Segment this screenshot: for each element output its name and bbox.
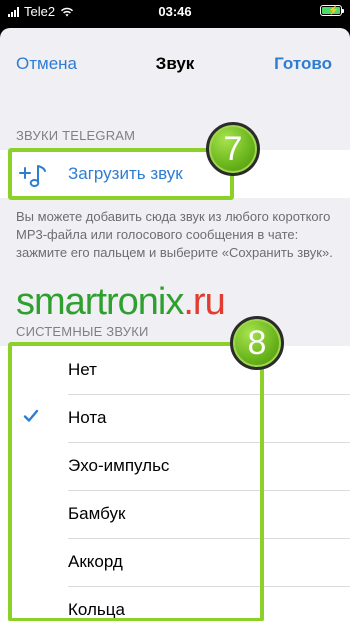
sound-option-bamboo[interactable]: Бамбук [0,490,350,538]
sound-option-nota[interactable]: Нота [0,394,350,442]
watermark-logo: smartronix.ru [16,281,226,324]
step-badge-8: 8 [230,316,284,370]
checkmark-icon [23,409,39,422]
watermark-tld: .ru [183,281,225,323]
music-note-plus-icon [19,165,46,187]
status-bar: Tele2 03:46 ⚡ [0,0,350,24]
status-time: 03:46 [158,4,192,19]
sound-option-label: Аккорд [68,552,123,571]
step-badge-7: 7 [206,122,260,176]
sound-option-label: Эхо-импульс [68,456,170,475]
telegram-sounds-footer: Вы можете добавить сюда звук из любого к… [16,209,333,260]
battery-icon: ⚡ [320,5,344,16]
sound-option-label: Нет [68,360,97,379]
sound-option-label: Нота [68,408,107,427]
sound-option-label: Кольца [68,600,125,619]
sound-option-chord[interactable]: Аккорд [0,538,350,586]
navigation-bar: Отмена Звук Готово [0,28,350,100]
telegram-sounds-header: ЗВУКИ TELEGRAM [16,128,136,143]
telegram-sounds-group: Загрузить звук [0,150,350,198]
system-sounds-header: СИСТЕМНЫЕ ЗВУКИ [16,324,149,339]
sound-option-none[interactable]: Нет [0,346,350,394]
sound-option-echo[interactable]: Эхо-импульс [0,442,350,490]
sound-settings-sheet: Отмена Звук Готово ЗВУКИ TELEGRAM Загруз… [0,28,350,621]
sound-option-label: Бамбук [68,504,126,523]
system-sounds-group: Нет Нота Эхо-импульс Бамбук Аккорд Кольц… [0,346,350,621]
done-button[interactable]: Готово [274,54,332,74]
sound-option-rings[interactable]: Кольца [0,586,350,621]
upload-sound-row[interactable]: Загрузить звук [0,150,350,198]
upload-sound-label: Загрузить звук [68,164,183,183]
cancel-button[interactable]: Отмена [16,54,77,74]
watermark-main: smartronix [16,281,184,323]
